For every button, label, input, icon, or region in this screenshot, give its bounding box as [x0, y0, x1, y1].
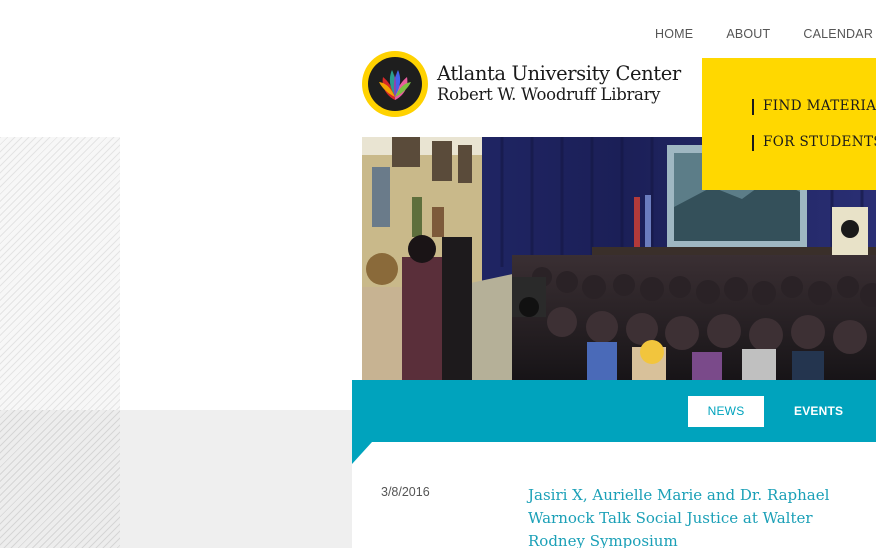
nav-calendar-link[interactable]: CALENDAR	[803, 27, 873, 41]
site-logo[interactable]: Atlanta University Center Robert W. Wood…	[362, 51, 681, 117]
top-nav: HOME ABOUT CALENDAR	[655, 27, 873, 41]
nav-about-link[interactable]: ABOUT	[726, 27, 770, 41]
menu-item-for-students[interactable]: FOR STUDENTS	[752, 134, 876, 151]
decorative-pattern	[0, 410, 120, 548]
logo-subtitle: Robert W. Woodruff Library	[437, 85, 661, 104]
flame-emblem-icon	[362, 51, 428, 117]
tab-news[interactable]: NEWS	[688, 396, 764, 427]
tab-events[interactable]: EVENTS	[794, 396, 843, 427]
logo-title: Atlanta University Center	[437, 62, 681, 85]
decorative-pattern	[0, 137, 120, 410]
main-menu: FIND MATERIALS FOR STUDENTS	[702, 58, 876, 190]
news-events-tab-bar: NEWS EVENTS	[352, 380, 876, 442]
decorative-block	[120, 410, 352, 548]
news-date: 3/8/2016	[381, 485, 430, 499]
tab-bar-notch	[352, 442, 372, 464]
news-title-link[interactable]: Jasiri X, Aurielle Marie and Dr. Raphael…	[528, 484, 858, 548]
menu-item-find-materials[interactable]: FIND MATERIALS	[752, 98, 876, 115]
nav-home-link[interactable]: HOME	[655, 27, 693, 41]
